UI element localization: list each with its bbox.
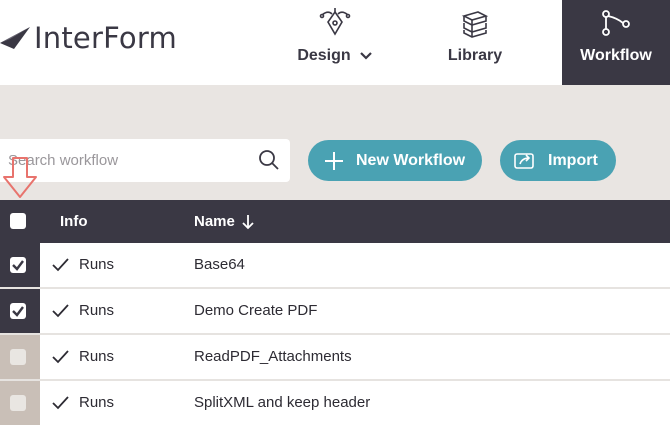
row-checkbox[interactable] (10, 349, 26, 365)
import-label: Import (548, 151, 598, 169)
row-name: ReadPDF_Attachments (194, 348, 352, 365)
workflow-table: Info Name Runs Base64 Runs Demo Create P… (0, 200, 670, 425)
table-row[interactable]: Runs Base64 (0, 243, 670, 289)
new-workflow-button[interactable]: New Workflow (308, 140, 482, 181)
table-row[interactable]: Runs ReadPDF_Attachments (0, 335, 670, 381)
annotation-arrow-icon (3, 157, 37, 198)
row-name: Base64 (194, 256, 245, 273)
row-status: Runs (79, 394, 115, 411)
nav-library[interactable]: Library (420, 0, 530, 85)
search-box (0, 139, 290, 182)
top-header: InterForm Design Library Workflow (0, 0, 670, 85)
row-name: SplitXML and keep header (194, 394, 371, 411)
row-checkbox[interactable] (10, 395, 26, 411)
checkmark-icon (12, 260, 24, 271)
row-status: Runs (79, 302, 115, 319)
row-status: Runs (79, 256, 115, 273)
column-info[interactable]: Info (60, 213, 88, 230)
row-select-cell (0, 381, 40, 425)
row-select-cell (0, 243, 40, 287)
row-status: Runs (79, 348, 115, 365)
interform-logo[interactable]: InterForm (0, 18, 177, 58)
sort-arrow-down-icon (242, 214, 254, 229)
table-header: Info Name (0, 200, 670, 243)
logo-text: InterForm (34, 21, 177, 55)
column-name-label: Name (194, 213, 235, 230)
check-icon (52, 349, 69, 363)
check-icon (52, 257, 69, 271)
table-row[interactable]: Runs Demo Create PDF (0, 289, 670, 335)
search-icon[interactable] (258, 149, 280, 176)
row-checkbox[interactable] (10, 257, 26, 273)
row-info: Runs (52, 302, 114, 319)
new-workflow-label: New Workflow (356, 151, 466, 169)
column-name[interactable]: Name (194, 213, 255, 230)
nav-design-label: Design (297, 47, 351, 64)
books-icon (458, 6, 492, 40)
plus-icon (325, 151, 343, 170)
search-input[interactable] (8, 139, 248, 182)
table-row[interactable]: Runs SplitXML and keep header (0, 381, 670, 425)
nav-workflow[interactable]: Workflow (562, 0, 670, 85)
check-icon (52, 303, 69, 317)
nav-design[interactable]: Design (280, 0, 390, 85)
pen-tool-icon (318, 6, 352, 40)
workflow-icon (599, 6, 633, 40)
check-icon (52, 395, 69, 409)
row-name: Demo Create PDF (194, 302, 318, 319)
import-button[interactable]: Import (500, 140, 616, 181)
select-all-checkbox[interactable] (10, 213, 26, 229)
row-checkbox[interactable] (10, 303, 26, 319)
row-select-cell (0, 289, 40, 333)
checkmark-icon (12, 306, 24, 317)
logo-mark-icon (0, 27, 30, 49)
nav-library-label: Library (447, 47, 503, 64)
chevron-down-icon (359, 52, 372, 60)
row-info: Runs (52, 394, 114, 411)
nav-workflow-label: Workflow (580, 47, 652, 64)
import-icon (514, 152, 534, 169)
row-info: Runs (52, 256, 114, 273)
row-info: Runs (52, 348, 114, 365)
row-select-cell (0, 335, 40, 379)
